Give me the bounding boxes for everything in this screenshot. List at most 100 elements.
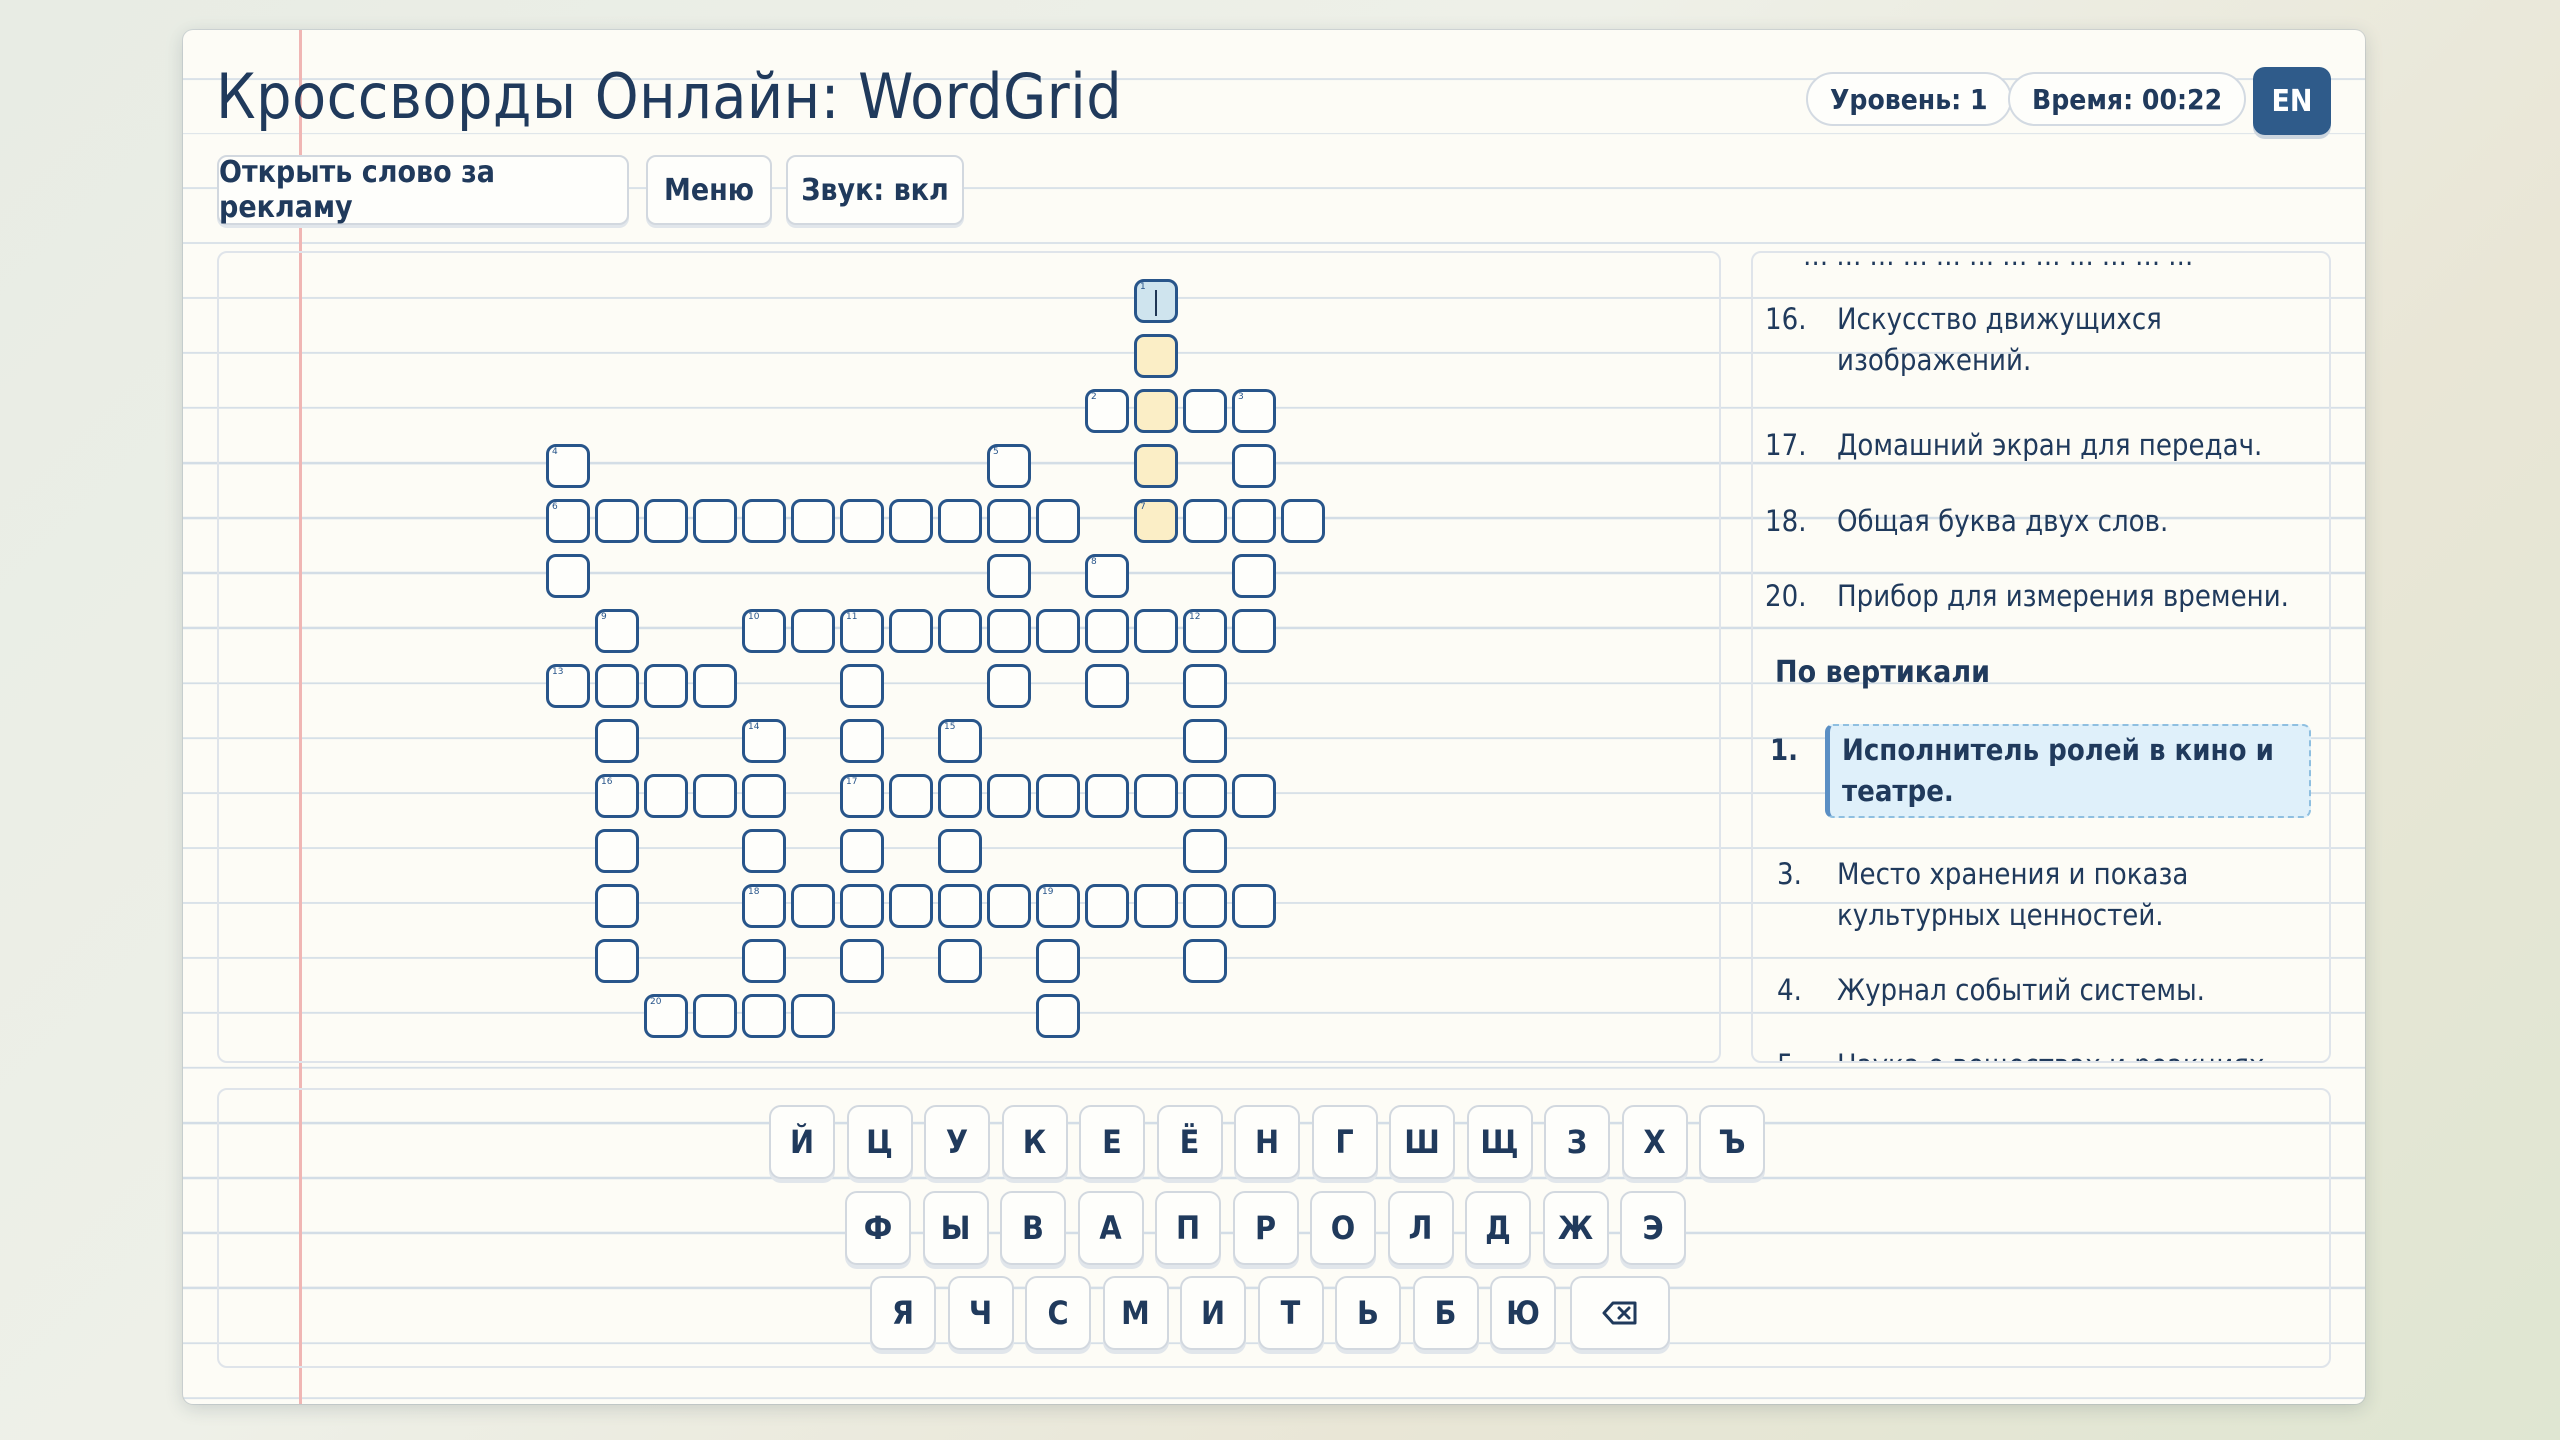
crossword-cell[interactable]: 16	[595, 774, 639, 818]
key-У[interactable]: У	[924, 1105, 990, 1179]
key-П[interactable]: П	[1155, 1191, 1221, 1265]
reveal-word-button[interactable]: Открыть слово за рекламу	[217, 155, 629, 225]
key-В[interactable]: В	[1000, 1191, 1066, 1265]
crossword-cell[interactable]	[1085, 664, 1129, 708]
key-Ф[interactable]: Ф	[845, 1191, 911, 1265]
crossword-cell[interactable]	[791, 609, 835, 653]
crossword-cell[interactable]	[1183, 389, 1227, 433]
crossword-cell[interactable]	[1232, 554, 1276, 598]
clue-down-1-active[interactable]: 1. Исполнитель ролей в кино и театре.	[1770, 724, 2311, 818]
crossword-cell[interactable]	[840, 664, 884, 708]
crossword-cell[interactable]	[1134, 774, 1178, 818]
crossword-cell[interactable]	[840, 884, 884, 928]
crossword-cell[interactable]	[938, 884, 982, 928]
crossword-cell[interactable]	[644, 774, 688, 818]
crossword-cell[interactable]: 13	[546, 664, 590, 708]
crossword-cell[interactable]	[987, 774, 1031, 818]
crossword-cell[interactable]	[742, 774, 786, 818]
crossword-cell[interactable]	[1183, 884, 1227, 928]
crossword-cell[interactable]	[595, 499, 639, 543]
crossword-cell[interactable]	[938, 609, 982, 653]
crossword-cell[interactable]	[938, 939, 982, 983]
crossword-cell[interactable]	[1085, 774, 1129, 818]
crossword-cell[interactable]	[1183, 499, 1227, 543]
crossword-cell[interactable]	[1183, 719, 1227, 763]
crossword-cell[interactable]: 2	[1085, 389, 1129, 433]
key-А[interactable]: А	[1077, 1191, 1144, 1265]
key-Э[interactable]: Э	[1620, 1191, 1686, 1265]
crossword-cell[interactable]	[840, 829, 884, 873]
backspace-key[interactable]	[1569, 1276, 1670, 1350]
crossword-cell[interactable]	[644, 664, 688, 708]
crossword-cell[interactable]	[987, 884, 1031, 928]
crossword-cell[interactable]	[987, 499, 1031, 543]
crossword-cell[interactable]	[987, 609, 1031, 653]
key-Е[interactable]: Е	[1079, 1105, 1145, 1179]
crossword-cell[interactable]: 15	[938, 719, 982, 763]
crossword-cell[interactable]	[1183, 939, 1227, 983]
crossword-cell[interactable]: 3	[1232, 389, 1276, 433]
crossword-cell[interactable]	[840, 719, 884, 763]
key-К[interactable]: К	[1001, 1105, 1068, 1179]
key-Ъ[interactable]: Ъ	[1699, 1105, 1765, 1179]
crossword-cell[interactable]	[1232, 499, 1276, 543]
crossword-cell[interactable]	[840, 939, 884, 983]
crossword-cell[interactable]	[938, 829, 982, 873]
crossword-cell[interactable]	[1036, 609, 1080, 653]
crossword-cell[interactable]	[595, 884, 639, 928]
crossword-cell[interactable]	[1183, 829, 1227, 873]
crossword-cell[interactable]	[1134, 884, 1178, 928]
clue-down-5[interactable]: 5. Наука о веществах и реакциях.	[1765, 1045, 2311, 1061]
crossword-cell[interactable]	[791, 499, 835, 543]
crossword-cell[interactable]	[1232, 609, 1276, 653]
crossword-cell[interactable]	[840, 499, 884, 543]
key-Г[interactable]: Г	[1311, 1105, 1378, 1179]
crossword-cell[interactable]: 14	[742, 719, 786, 763]
key-Ж[interactable]: Ж	[1542, 1191, 1609, 1265]
crossword-cell[interactable]: 8	[1085, 554, 1129, 598]
key-Х[interactable]: Х	[1621, 1105, 1688, 1179]
key-М[interactable]: М	[1102, 1276, 1169, 1350]
key-И[interactable]: И	[1180, 1276, 1246, 1350]
crossword-cell[interactable]	[889, 774, 933, 818]
key-Щ[interactable]: Щ	[1466, 1105, 1533, 1179]
language-toggle-button[interactable]: EN	[2253, 67, 2331, 135]
crossword-cell[interactable]	[1134, 444, 1178, 488]
clue-across-18[interactable]: 18. Общая буква двух слов.	[1765, 501, 2311, 542]
key-Т[interactable]: Т	[1257, 1276, 1324, 1350]
crossword-cell[interactable]	[742, 939, 786, 983]
sound-toggle-button[interactable]: Звук: вкл	[786, 155, 964, 225]
crossword-cell[interactable]	[595, 719, 639, 763]
crossword-cell[interactable]	[1183, 774, 1227, 818]
crossword-cell[interactable]	[742, 994, 786, 1038]
clue-across-17[interactable]: 17. Домашний экран для передач.	[1765, 425, 2311, 466]
crossword-cell[interactable]	[595, 939, 639, 983]
crossword-cell[interactable]: 10	[742, 609, 786, 653]
key-Б[interactable]: Б	[1412, 1276, 1479, 1350]
crossword-cell[interactable]	[1134, 334, 1178, 378]
crossword-cell[interactable]	[1036, 994, 1080, 1038]
crossword-cell[interactable]: 7	[1134, 499, 1178, 543]
crossword-cell[interactable]: 11	[840, 609, 884, 653]
key-Ь[interactable]: Ь	[1335, 1276, 1401, 1350]
crossword-cell[interactable]	[1232, 884, 1276, 928]
key-С[interactable]: С	[1025, 1276, 1091, 1350]
crossword-cell[interactable]	[546, 554, 590, 598]
crossword-cell[interactable]	[1134, 389, 1178, 433]
key-Ё[interactable]: Ё	[1156, 1105, 1223, 1179]
key-Д[interactable]: Д	[1465, 1191, 1531, 1265]
crossword-cell[interactable]: 18	[742, 884, 786, 928]
crossword-cell[interactable]	[889, 499, 933, 543]
crossword-cell[interactable]	[1183, 664, 1227, 708]
crossword-cell[interactable]	[1134, 609, 1178, 653]
crossword-cell[interactable]	[595, 664, 639, 708]
crossword-cell[interactable]	[693, 774, 737, 818]
crossword-cell[interactable]	[1036, 774, 1080, 818]
crossword-cell[interactable]	[791, 884, 835, 928]
key-Ц[interactable]: Ц	[846, 1105, 913, 1179]
key-Ы[interactable]: Ы	[922, 1191, 989, 1265]
crossword-cell[interactable]	[889, 609, 933, 653]
crossword-cell[interactable]	[938, 499, 982, 543]
key-Ч[interactable]: Ч	[947, 1276, 1014, 1350]
crossword-cell[interactable]	[595, 829, 639, 873]
